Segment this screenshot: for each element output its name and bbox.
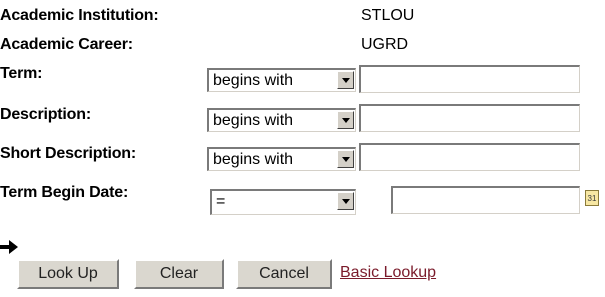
term-begin-date-operator-select[interactable]: = <box>210 189 356 215</box>
term-operator-select[interactable]: begins with <box>207 68 356 92</box>
term-label: Term: <box>0 65 43 82</box>
term-begin-date-input[interactable] <box>391 186 580 214</box>
chevron-down-icon[interactable] <box>337 150 354 168</box>
description-operator-select[interactable]: begins with <box>207 108 356 132</box>
short-description-input[interactable] <box>359 143 580 171</box>
chevron-down-icon[interactable] <box>337 71 354 89</box>
term-operator-value: begins with <box>213 72 294 89</box>
short-description-operator-select[interactable]: begins with <box>207 147 356 171</box>
clear-button[interactable]: Clear <box>134 259 224 289</box>
term-input[interactable] <box>359 65 580 93</box>
institution-label: Academic Institution: <box>0 7 159 24</box>
chevron-down-icon[interactable] <box>337 192 354 210</box>
short-description-label: Short Description: <box>0 145 136 162</box>
cancel-button[interactable]: Cancel <box>236 259 332 289</box>
description-operator-value: begins with <box>213 112 294 129</box>
career-label: Academic Career: <box>0 36 133 53</box>
career-value: UGRD <box>361 36 409 53</box>
basic-lookup-link[interactable]: Basic Lookup <box>340 264 436 282</box>
description-input[interactable] <box>359 104 580 132</box>
arrow-right-icon <box>0 240 18 254</box>
term-begin-date-label: Term Begin Date: <box>0 184 129 201</box>
institution-value: STLOU <box>361 7 415 24</box>
description-label: Description: <box>0 106 91 123</box>
chevron-down-icon[interactable] <box>337 111 354 129</box>
term-begin-date-operator-value: = <box>216 193 226 210</box>
calendar-icon[interactable]: 31 <box>585 190 599 206</box>
lookup-button[interactable]: Look Up <box>17 259 119 289</box>
short-description-operator-value: begins with <box>213 151 294 168</box>
